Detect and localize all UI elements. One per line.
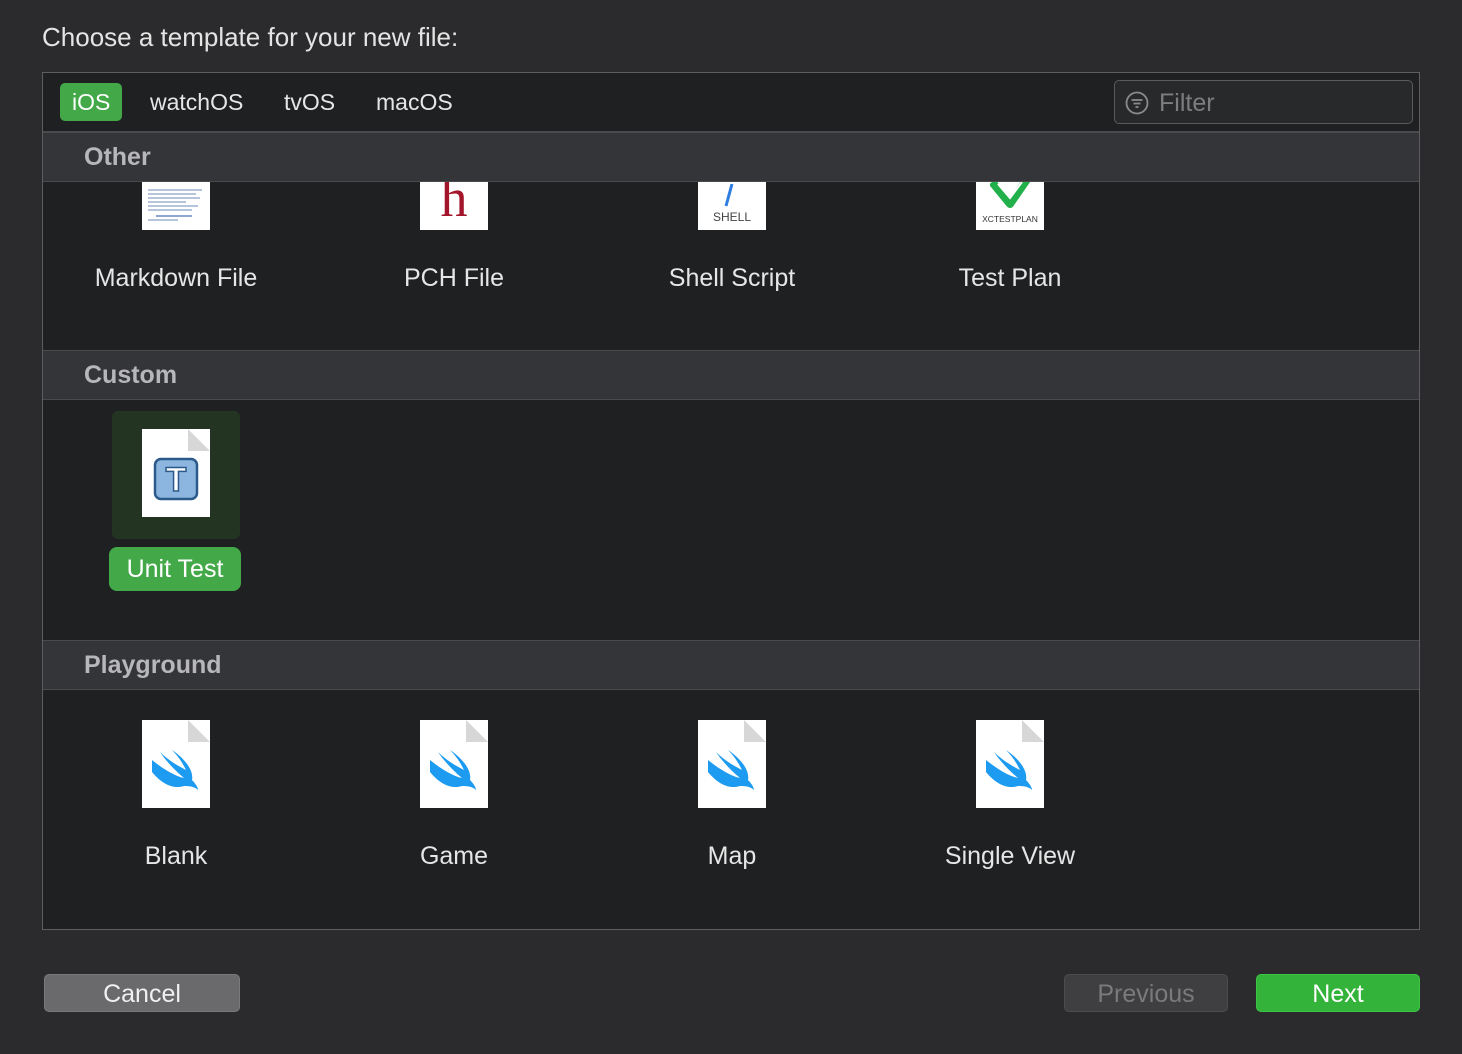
tab-tvos[interactable]: tvOS	[272, 83, 347, 121]
template-item-single-view[interactable]: Single View	[910, 720, 1110, 890]
testplan-glyph: XCTESTPLAN	[982, 214, 1038, 224]
unit-test-glyph: T	[165, 460, 187, 500]
template-item-map[interactable]: Map	[632, 720, 832, 890]
section-playground-items: Blank Game Map Single View	[43, 690, 1419, 910]
section-header-playground: Playground	[43, 640, 1419, 690]
filter-field[interactable]	[1114, 80, 1413, 124]
section-header-custom: Custom	[43, 350, 1419, 400]
template-item-shell-script[interactable]: SHELL Shell Script	[632, 182, 832, 332]
platform-tab-bar: iOS watchOS tvOS macOS	[43, 73, 1419, 132]
tab-ios[interactable]: iOS	[60, 83, 123, 121]
template-label: PCH File	[403, 264, 504, 292]
template-panel: iOS watchOS tvOS macOS Other	[42, 72, 1420, 930]
template-label: Shell Script	[668, 264, 796, 292]
dialog-prompt: Choose a template for your new file:	[42, 22, 459, 52]
tab-macos[interactable]: macOS	[364, 83, 465, 121]
previous-button[interactable]: Previous	[1064, 974, 1228, 1012]
template-item-unit-test[interactable]: T Unit Test	[109, 411, 241, 593]
test-plan-icon: XCTESTPLAN	[976, 182, 1044, 230]
template-item-markdown-file[interactable]: Markdown File	[76, 182, 276, 332]
template-label-selected: Unit Test	[109, 547, 241, 591]
swift-icon	[142, 720, 210, 808]
template-label: Game	[419, 842, 489, 870]
shell-script-icon: SHELL	[698, 182, 766, 230]
swift-icon	[698, 720, 766, 808]
pch-glyph: h	[440, 182, 468, 228]
template-item-pch-file[interactable]: h PCH File	[354, 182, 554, 332]
template-label: Test Plan	[958, 264, 1062, 292]
cancel-button[interactable]: Cancel	[44, 974, 240, 1012]
pch-file-icon: h	[420, 182, 488, 230]
shell-glyph: SHELL	[712, 210, 752, 224]
markdown-file-icon	[142, 182, 210, 230]
filter-icon	[1125, 91, 1149, 115]
next-button[interactable]: Next	[1256, 974, 1420, 1012]
swift-icon	[420, 720, 488, 808]
template-label: Markdown File	[94, 264, 258, 292]
template-label: Single View	[944, 842, 1076, 870]
template-label: Map	[707, 842, 757, 870]
template-item-game[interactable]: Game	[354, 720, 554, 890]
template-item-test-plan[interactable]: XCTESTPLAN Test Plan	[910, 182, 1110, 332]
template-item-blank[interactable]: Blank	[76, 720, 276, 890]
unit-test-icon: T	[142, 429, 210, 517]
template-label: Blank	[144, 842, 208, 870]
swift-icon	[976, 720, 1044, 808]
section-other-items: Markdown File h PCH File SHELL Shell Scr…	[43, 182, 1419, 350]
section-header-other: Other	[43, 132, 1419, 182]
filter-input[interactable]	[1157, 85, 1401, 121]
tab-watchos[interactable]: watchOS	[138, 83, 255, 121]
